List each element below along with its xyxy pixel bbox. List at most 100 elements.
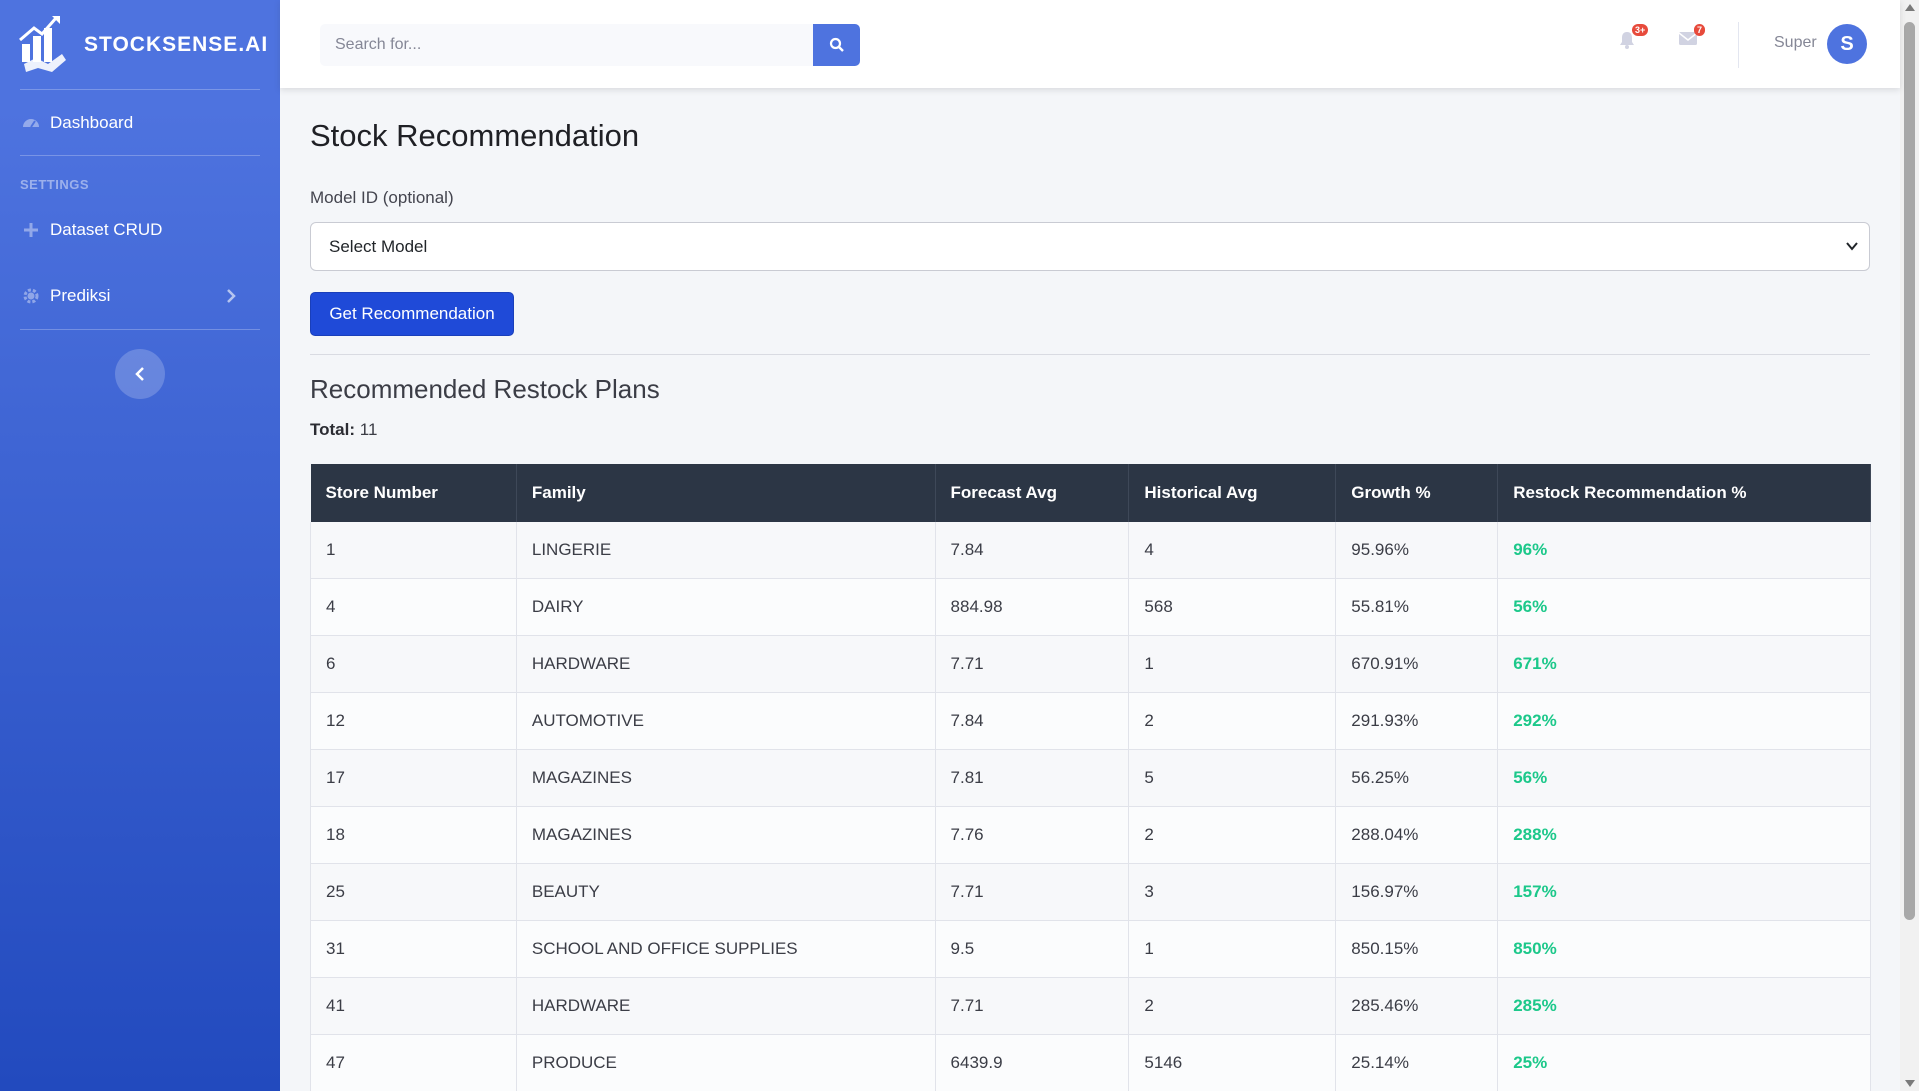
messages-button[interactable]: 7: [1678, 24, 1706, 56]
sidebar-toggle-button[interactable]: [115, 349, 165, 399]
column-header: Forecast Avg: [935, 464, 1130, 522]
sidebar-divider: [20, 329, 260, 330]
table-cell: 47: [310, 1034, 517, 1091]
model-select-value: Select Model: [329, 236, 428, 256]
search-input[interactable]: [320, 24, 813, 66]
table-cell: 7.71: [934, 977, 1130, 1035]
table-cell: 3: [1128, 863, 1337, 921]
scrollbar-thumb[interactable]: [1904, 22, 1915, 920]
table-cell: 25: [310, 863, 517, 921]
table-cell: 7.81: [934, 749, 1130, 807]
chevron-right-icon: [227, 289, 236, 303]
table-row: 17 MAGAZINES 7.81 5 56.25% 56%: [310, 749, 1871, 807]
table-cell: 55.81%: [1335, 578, 1499, 636]
gear-icon: [20, 285, 42, 307]
messages-badge: 7: [1694, 24, 1706, 36]
column-header: Restock Recommendation %: [1497, 464, 1871, 522]
plus-icon: [20, 219, 42, 241]
table-cell: LINGERIE: [515, 522, 936, 579]
table-header-row: Store Number Family Forecast Avg Histori…: [310, 464, 1871, 522]
table-cell: AUTOMOTIVE: [515, 692, 936, 750]
table-cell: 6: [310, 635, 517, 693]
table-cell: 17: [310, 749, 517, 807]
table-cell: 56%: [1497, 749, 1871, 807]
column-header: Historical Avg: [1128, 464, 1337, 522]
alerts-badge: 3+: [1632, 24, 1649, 36]
page-title: Stock Recommendation: [310, 118, 640, 153]
table-cell: 285%: [1497, 977, 1871, 1035]
column-header: Growth %: [1335, 464, 1499, 522]
sidebar-divider: [20, 89, 260, 90]
table-cell: 850%: [1497, 920, 1871, 978]
table-cell: 95.96%: [1335, 522, 1499, 579]
chevron-down-icon: [1846, 242, 1858, 251]
table-row: 4 DAIRY 884.98 568 55.81% 56%: [310, 578, 1871, 636]
table-cell: 7.84: [934, 522, 1130, 579]
table-row: 18 MAGAZINES 7.76 2 288.04% 288%: [310, 806, 1871, 864]
section-title: Recommended Restock Plans: [310, 374, 660, 404]
table-cell: 25%: [1497, 1034, 1871, 1091]
table-cell: 157%: [1497, 863, 1871, 921]
table-cell: 156.97%: [1335, 863, 1499, 921]
table-cell: 1: [1128, 635, 1337, 693]
total-value: 11: [359, 420, 378, 439]
table-row: 1 LINGERIE 7.84 4 95.96% 96%: [310, 522, 1871, 579]
table-cell: 6439.9: [934, 1034, 1130, 1091]
table-cell: 2: [1128, 806, 1337, 864]
table-row: 41 HARDWARE 7.71 2 285.46% 285%: [310, 977, 1871, 1035]
topbar-divider: [1738, 22, 1739, 68]
table-cell: 7.71: [934, 863, 1130, 921]
table-cell: 4: [1128, 522, 1337, 579]
table-cell: 31: [310, 920, 517, 978]
restock-table: Store Number Family Forecast Avg Histori…: [310, 464, 1871, 1091]
table-cell: HARDWARE: [515, 977, 936, 1035]
brand-name: STOCKSENSE.AI: [84, 33, 269, 56]
search-button[interactable]: [813, 24, 860, 66]
model-select[interactable]: Select Model: [310, 222, 1870, 271]
brand[interactable]: STOCKSENSE.AI: [18, 14, 268, 76]
total-count: Total: 11: [310, 420, 377, 440]
bar-chart-growth-icon: [19, 16, 66, 72]
sidebar-item-dashboard[interactable]: Dashboard: [20, 112, 133, 134]
table-body: 1 LINGERIE 7.84 4 95.96% 96% 4 DAIRY 884.98 568 55…: [310, 522, 1871, 1091]
sidebar-item-label: Dataset CRUD: [50, 220, 163, 239]
table-cell: BEAUTY: [515, 863, 936, 921]
page-scrollbar[interactable]: [1900, 0, 1919, 1091]
table-cell: 2: [1128, 977, 1337, 1035]
table-cell: 7.71: [934, 635, 1130, 693]
get-recommendation-button[interactable]: Get Recommendation: [310, 292, 514, 336]
main-content: Stock Recommendation Model ID (optional)…: [280, 88, 1900, 1091]
table-row: 12 AUTOMOTIVE 7.84 2 291.93% 292%: [310, 692, 1871, 750]
sidebar-heading-settings: SETTINGS: [20, 177, 90, 192]
table-cell: 25.14%: [1335, 1034, 1499, 1091]
table-cell: 1: [310, 522, 517, 579]
column-header: Family: [516, 464, 936, 522]
table-cell: 291.93%: [1335, 692, 1499, 750]
table-cell: 285.46%: [1335, 977, 1499, 1035]
sidebar-item-label: Prediksi: [50, 286, 111, 305]
table-cell: 5146: [1128, 1034, 1337, 1091]
table-row: 47 PRODUCE 6439.9 5146 25.14% 25%: [310, 1034, 1871, 1091]
table-cell: 7.76: [934, 806, 1130, 864]
table-cell: 670.91%: [1335, 635, 1499, 693]
table-cell: 671%: [1497, 635, 1871, 693]
table-cell: 56%: [1497, 578, 1871, 636]
sidebar-item-label: Dashboard: [50, 113, 134, 132]
alerts-button[interactable]: 3+: [1618, 24, 1649, 56]
table-cell: 292%: [1497, 692, 1871, 750]
scroll-down-arrow-icon[interactable]: [1905, 1080, 1915, 1087]
user-name[interactable]: Super: [1774, 34, 1817, 52]
scroll-up-arrow-icon[interactable]: [1905, 4, 1915, 11]
sidebar-item-dataset-crud[interactable]: Dataset CRUD: [20, 219, 162, 241]
topbar: 3+ 7 Super S: [280, 0, 1900, 88]
table-cell: 41: [310, 977, 517, 1035]
search-bar: [320, 24, 860, 66]
sidebar-item-prediksi[interactable]: Prediksi: [20, 285, 260, 307]
table-cell: PRODUCE: [515, 1034, 936, 1091]
tachometer-icon: [20, 112, 42, 134]
table-row: 6 HARDWARE 7.71 1 670.91% 671%: [310, 635, 1871, 693]
chevron-left-icon: [135, 367, 144, 381]
table-cell: 56.25%: [1335, 749, 1499, 807]
table-cell: 9.5: [934, 920, 1130, 978]
avatar[interactable]: S: [1827, 24, 1867, 64]
